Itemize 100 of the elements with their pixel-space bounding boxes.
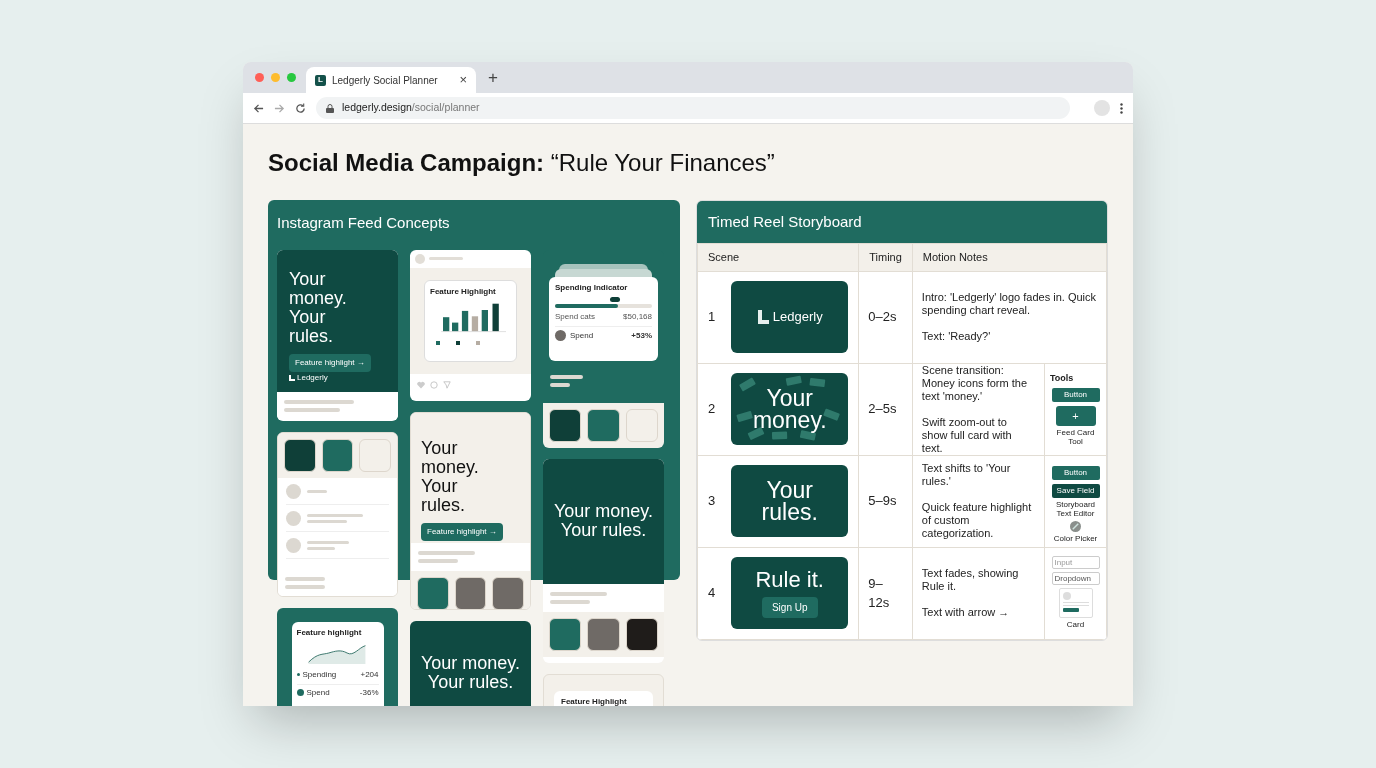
text-placeholder: [550, 591, 607, 596]
avatar-placeholder: [415, 253, 425, 264]
close-icon[interactable]: ×: [459, 70, 467, 90]
cta-button[interactable]: Sign Up: [761, 597, 818, 618]
text-placeholder: [284, 399, 354, 404]
card-title: Spending Indicator: [555, 281, 629, 294]
avatar-placeholder: [1062, 591, 1071, 600]
row-label: Spend: [306, 686, 331, 699]
button-component[interactable]: Save Field: [1051, 483, 1100, 498]
scene-number: 4: [708, 584, 716, 603]
add-button[interactable]: +: [1055, 406, 1096, 426]
motion-note: Text fades, showing Rule it.: [921, 567, 1020, 593]
logo-icon: [289, 374, 295, 381]
button-component[interactable]: Button: [1051, 388, 1100, 402]
forward-icon: [274, 102, 285, 114]
timing-cell: 9–12s: [858, 547, 913, 639]
dropdown-field[interactable]: Dropdown: [1051, 571, 1100, 585]
text-placeholder: [284, 407, 340, 412]
text-placeholder: [418, 558, 458, 563]
card-title: Feature Highlight: [430, 285, 497, 298]
color-swatch[interactable]: [549, 408, 582, 442]
text-placeholder: [285, 576, 325, 581]
motion-note: Text with arrow →: [921, 606, 1011, 619]
color-picker-icon: [1070, 520, 1081, 532]
color-swatch[interactable]: [549, 617, 582, 651]
color-swatch[interactable]: [625, 617, 658, 651]
motion-note: Swift zoom-out to show full card with text.: [921, 415, 1013, 455]
text-placeholder: [418, 550, 475, 555]
avatar-placeholder: [286, 537, 301, 553]
color-swatch[interactable]: [417, 576, 449, 609]
comment-icon: [430, 380, 438, 389]
page-title: Social Media Campaign: “Rule Your Finances”: [268, 151, 776, 175]
color-swatch[interactable]: [492, 576, 524, 609]
color-swatch[interactable]: [359, 438, 391, 472]
tools-heading: Tools: [1049, 371, 1075, 385]
text-placeholder: [307, 546, 335, 550]
button-component[interactable]: Button: [1051, 465, 1100, 480]
row-label: Spend: [570, 329, 595, 342]
tool-label: Storyboard Text Editor: [1054, 499, 1097, 518]
color-swatch[interactable]: [587, 408, 620, 442]
headline: Your rules.: [760, 479, 819, 523]
color-swatch[interactable]: [321, 438, 354, 472]
row-value: -36%: [359, 686, 379, 699]
browser-tab[interactable]: L Ledgerly Social Planner ×: [306, 67, 476, 93]
menu-icon: [1120, 102, 1123, 114]
color-swatch[interactable]: [284, 438, 316, 472]
text-placeholder: [550, 382, 570, 387]
color-swatch[interactable]: [454, 576, 487, 609]
card-title: Feature Highlight: [561, 695, 628, 706]
url-path: /social/planner: [411, 101, 480, 114]
scene-number: 3: [708, 492, 716, 511]
headline: Rule it.: [755, 568, 824, 592]
motion-note: Intro: 'Ledgerly' logo fades in. Quick spending chart reveal.: [921, 291, 1097, 317]
text-placeholder: [307, 519, 347, 523]
button-component: [1062, 607, 1079, 612]
color-swatch[interactable]: [587, 617, 620, 651]
category-icon: [555, 330, 566, 341]
back-icon: [253, 102, 264, 114]
timing-cell: 0–2s: [858, 271, 913, 363]
lock-icon: [326, 103, 334, 113]
logo-icon: [756, 310, 769, 324]
timing-cell: 2–5s: [858, 363, 913, 455]
column-header: Timing: [858, 243, 913, 271]
timing-cell: 5–9s: [858, 455, 913, 547]
motion-note: Text: 'Ready?': [921, 330, 992, 343]
avatar-placeholder: [286, 510, 301, 526]
text-placeholder: [285, 584, 325, 589]
motion-note: Quick feature highlight of custom categorization.: [921, 501, 1033, 540]
text-placeholder: [307, 540, 349, 544]
row-value: +53%: [631, 329, 652, 342]
headline: Your money.: [751, 387, 828, 431]
headline: Your money. Your rules.: [421, 438, 480, 515]
scene-number: 2: [708, 400, 716, 419]
text-placeholder: [550, 374, 583, 379]
url-host: ledgerly.design: [342, 101, 412, 114]
cta-button[interactable]: Feature highlight →: [421, 522, 503, 541]
heart-icon: [417, 380, 425, 389]
headline: Your money. Your rules.: [419, 653, 522, 694]
card-title: Feature highlight: [296, 626, 363, 639]
text-placeholder: [307, 489, 327, 493]
address-bar[interactable]: ledgerly.design/social/planner: [316, 97, 1070, 119]
tool-label: Color Picker: [1052, 533, 1099, 543]
text-placeholder: [429, 257, 463, 260]
column-header: Scene: [697, 243, 859, 271]
row-value: $50,168: [623, 310, 652, 323]
text-placeholder: [307, 513, 363, 517]
row-label: Spending: [302, 668, 338, 681]
category-icon: [296, 689, 304, 696]
row-value: +204: [360, 668, 379, 681]
tab-title: Ledgerly Social Planner: [332, 73, 439, 88]
cta-button[interactable]: Feature highlight →: [289, 353, 371, 372]
row-label: Spend cats: [555, 310, 596, 323]
favicon-icon: L: [315, 74, 326, 86]
new-tab-button[interactable]: +: [488, 64, 498, 90]
tool-label: Feed Card Tool: [1055, 428, 1096, 446]
logo-text: Ledgerly: [772, 308, 823, 327]
color-swatch[interactable]: [625, 408, 658, 442]
send-icon: [443, 380, 451, 389]
scene-number: 1: [708, 308, 716, 327]
motion-note: Scene transition: Money icons form the text 'money.': [921, 363, 1028, 403]
